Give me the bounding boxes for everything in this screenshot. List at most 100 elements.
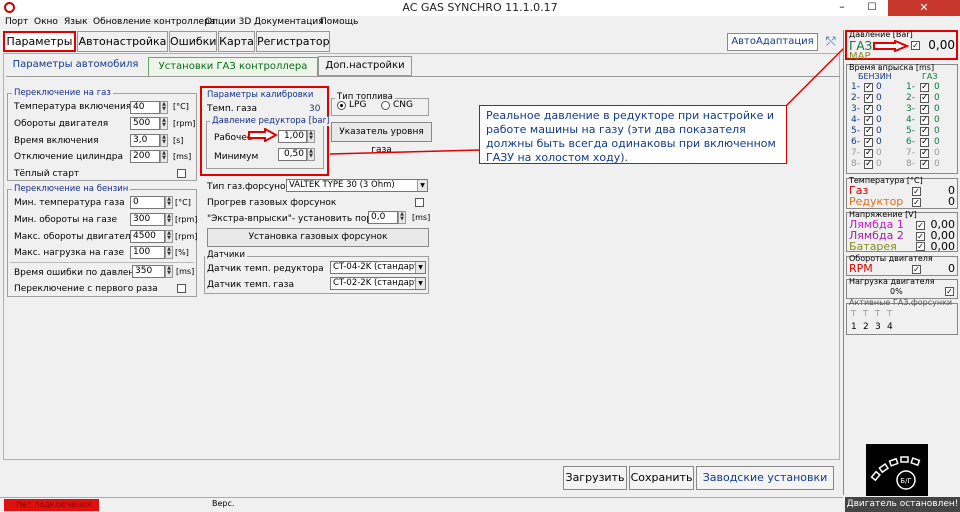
factory-settings-button[interactable]: Заводские установки <box>696 466 834 490</box>
injector-warmup-checkbox[interactable] <box>415 198 424 207</box>
menu-port[interactable]: Порт <box>5 17 28 27</box>
injection-gas-cyl-4-label: 4- <box>906 115 915 125</box>
injection-petrol-cyl-7-checkbox[interactable]: ✓ <box>864 149 873 158</box>
gas-switch-logo[interactable]: Б/Г <box>866 444 928 496</box>
injection-petrol-cyl-6-checkbox[interactable]: ✓ <box>864 138 873 147</box>
close-button[interactable]: ✕ <box>888 0 960 16</box>
max-load-unit: [%] <box>175 248 189 257</box>
max-load-input[interactable]: 100 <box>130 246 165 259</box>
window-title: AC GAS SYNCHRO 11.1.0.17 <box>402 1 558 14</box>
subtab-vehicle-params[interactable]: Параметры автомобиля <box>8 56 143 76</box>
reducer-sensor-value: CT-04-2K (стандарт <box>333 262 420 272</box>
min-gas-temp-spinner[interactable]: ▲ ▼ <box>165 196 173 209</box>
injection-petrol-cyl-4-checkbox[interactable]: ✓ <box>864 116 873 125</box>
cylinder-cutoff-spinner[interactable]: ▲ ▼ <box>160 150 168 163</box>
lambda2-checkbox[interactable]: ✓ <box>916 232 925 241</box>
max-load-label: Макс. нагрузка на газе <box>14 248 124 258</box>
rpm-checkbox[interactable]: ✓ <box>912 265 921 274</box>
switch-rpm-spinner[interactable]: ▲ ▼ <box>160 117 168 130</box>
injection-gas-cyl-1-checkbox[interactable]: ✓ <box>920 83 929 92</box>
max-rpm-spinner[interactable]: ▲ ▼ <box>165 230 173 243</box>
injector-type-value: VALTEK TYPE 30 (3 Ohm) <box>289 180 395 190</box>
injection-gas-cyl-1-value: 0 <box>934 82 940 92</box>
injector-type-select[interactable]: VALTEK TYPE 30 (3 Ohm) ▼ <box>286 179 428 192</box>
logo-text: Б/Г <box>900 477 911 485</box>
menu-options-3d[interactable]: Опции 3D <box>205 17 251 27</box>
injection-gas-cyl-7-checkbox[interactable]: ✓ <box>920 149 929 158</box>
rpm-label: RPM <box>849 262 873 275</box>
tab-parameters[interactable]: Параметры <box>3 31 76 52</box>
save-button[interactable]: Сохранить <box>629 466 694 490</box>
warm-start-checkbox[interactable] <box>177 169 186 178</box>
install-injectors-button[interactable]: Установка газовых форсунок <box>207 228 429 247</box>
injection-petrol-cyl-5-checkbox[interactable]: ✓ <box>864 127 873 136</box>
calibration-title: Параметры калибровки <box>205 90 316 100</box>
maximize-button[interactable]: ☐ <box>858 0 886 16</box>
menu-help[interactable]: Помощь <box>320 17 358 27</box>
min-pressure-spinner[interactable]: ▲ ▼ <box>307 148 315 161</box>
injection-gas-cyl-4-checkbox[interactable]: ✓ <box>920 116 929 125</box>
pressure-error-spinner[interactable]: ▲ ▼ <box>165 265 173 278</box>
gas-sensor-select[interactable]: CT-02-2K (стандарт ▼ <box>330 277 426 290</box>
injector-3-icon: ⊤ <box>874 309 881 318</box>
max-rpm-input[interactable]: 4500 <box>130 230 165 243</box>
menu-documentation[interactable]: Документация <box>254 17 324 27</box>
tab-recorder[interactable]: Регистратор <box>256 31 330 52</box>
injection-petrol-cyl-2-checkbox[interactable]: ✓ <box>864 94 873 103</box>
injector-type-label: Тип газ.форсунок <box>207 182 291 192</box>
switch-temp-input[interactable]: 40 <box>130 101 160 114</box>
injection-gas-cyl-5-checkbox[interactable]: ✓ <box>920 127 929 136</box>
connection-status: Нет подключения <box>4 499 99 511</box>
menu-window[interactable]: Окно <box>34 17 58 27</box>
min-gas-temp-input[interactable]: 0 <box>130 196 165 209</box>
switch-to-petrol-title: Переключение на бензин <box>12 184 131 194</box>
temp-reducer-value: 0 <box>948 195 955 208</box>
pressure-error-label: Время ошибки по давлению <box>14 268 148 278</box>
switch-time-input[interactable]: 3,0 <box>130 134 160 147</box>
temp-reducer-checkbox[interactable]: ✓ <box>912 198 921 207</box>
injection-gas-cyl-1-label: 1- <box>906 82 915 92</box>
injection-gas-cyl-7-value: 0 <box>934 148 940 158</box>
load-button[interactable]: Загрузить <box>563 466 627 490</box>
battery-checkbox[interactable]: ✓ <box>916 242 925 251</box>
first-gear-checkbox[interactable] <box>177 284 186 293</box>
injection-petrol-cyl-3-label: 3- <box>851 104 860 114</box>
injection-gas-cyl-3-checkbox[interactable]: ✓ <box>920 105 929 114</box>
switch-time-spinner[interactable]: ▲ ▼ <box>160 134 168 147</box>
tab-map[interactable]: Карта <box>218 31 255 52</box>
min-gas-temp-unit: [°C] <box>175 198 191 207</box>
injection-petrol-cyl-1-label: 1- <box>851 82 860 92</box>
cylinder-cutoff-input[interactable]: 200 <box>130 150 160 163</box>
menu-language[interactable]: Язык <box>64 17 88 27</box>
warm-start-label: Тёплый старт <box>14 169 80 179</box>
menu-update-controller[interactable]: Обновление контроллера <box>93 17 215 27</box>
pressure-error-input[interactable]: 350 <box>132 265 165 278</box>
injection-gas-cyl-6-checkbox[interactable]: ✓ <box>920 138 929 147</box>
min-gas-rpm-spinner[interactable]: ▲ ▼ <box>165 213 173 226</box>
injection-petrol-cyl-1-checkbox[interactable]: ✓ <box>864 83 873 92</box>
min-pressure-value: 0,50 <box>278 148 307 161</box>
injection-gas-cyl-2-checkbox[interactable]: ✓ <box>920 94 929 103</box>
load-checkbox[interactable]: ✓ <box>945 287 954 296</box>
reducer-sensor-select[interactable]: CT-04-2K (стандарт ▼ <box>330 261 426 274</box>
injection-petrol-cyl-8-checkbox[interactable]: ✓ <box>864 160 873 169</box>
injection-gas-cyl-3-value: 0 <box>934 104 940 114</box>
temp-gas-checkbox[interactable]: ✓ <box>912 187 921 196</box>
lambda1-checkbox[interactable]: ✓ <box>916 221 925 230</box>
subtab-gas-controller-settings[interactable]: Установки ГАЗ контроллера <box>148 57 318 77</box>
min-gas-rpm-input[interactable]: 300 <box>130 213 165 226</box>
injection-petrol-cyl-2-value: 0 <box>876 93 882 103</box>
tab-autotune[interactable]: Автонастройка <box>77 31 168 52</box>
minimize-button[interactable]: – <box>828 0 856 16</box>
tab-errors[interactable]: Ошибки <box>169 31 217 52</box>
injection-gas-cyl-8-checkbox[interactable]: ✓ <box>920 160 929 169</box>
max-load-spinner[interactable]: ▲ ▼ <box>165 246 173 259</box>
injection-petrol-cyl-3-checkbox[interactable]: ✓ <box>864 105 873 114</box>
switch-temp-spinner[interactable]: ▲ ▼ <box>160 101 168 114</box>
extra-injections-input[interactable]: 0,0 <box>368 211 398 224</box>
working-pressure-spinner[interactable]: ▲ ▼ <box>307 130 315 143</box>
switch-time-label: Время включения <box>14 136 99 146</box>
extra-injections-spinner[interactable]: ▲ ▼ <box>398 211 406 224</box>
switch-rpm-input[interactable]: 500 <box>130 117 160 130</box>
pressure-gas-checkbox[interactable]: ✓ <box>911 41 920 50</box>
